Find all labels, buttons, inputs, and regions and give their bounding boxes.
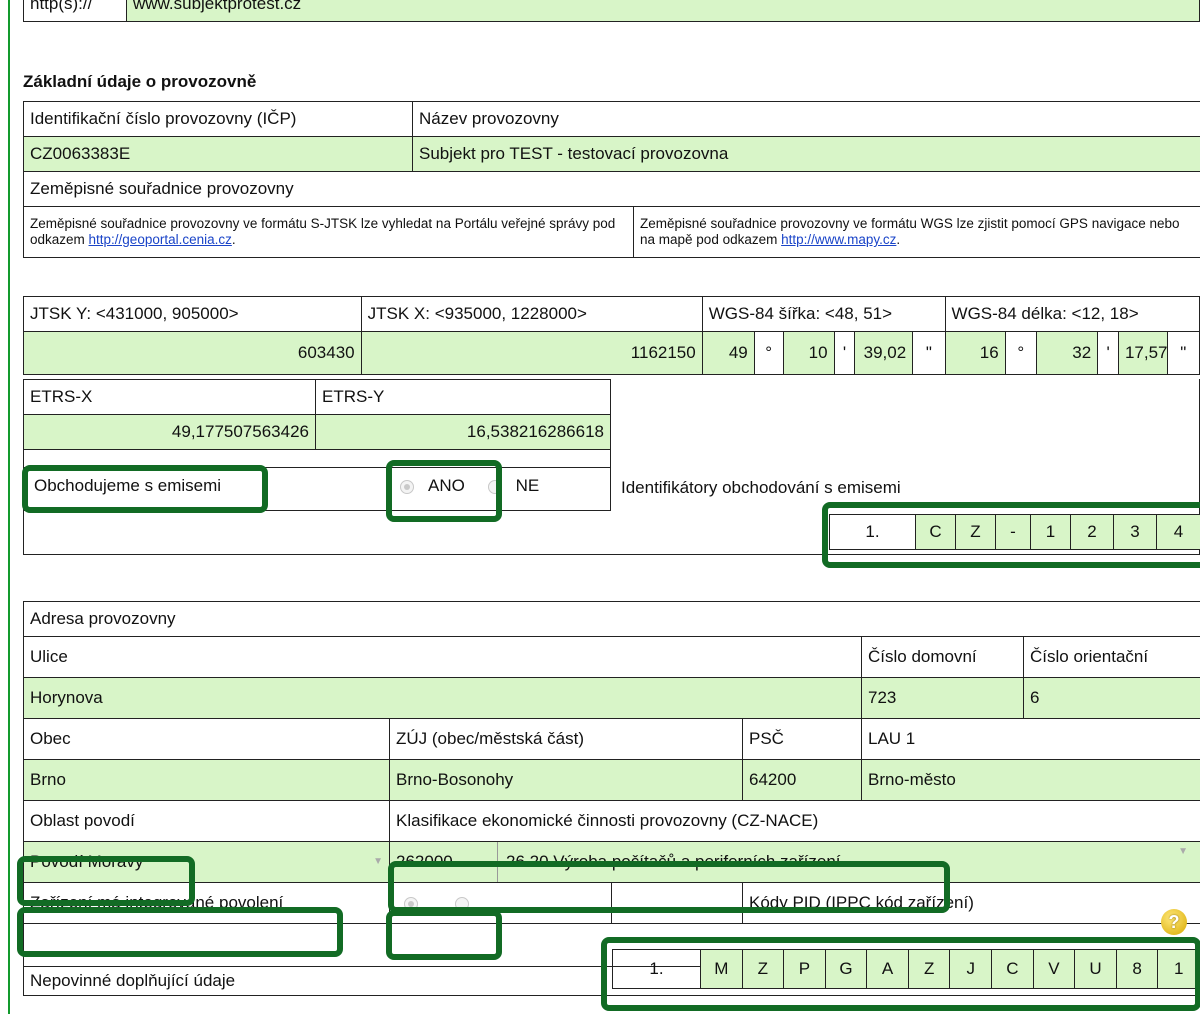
pid-char-input[interactable]: 8 xyxy=(1115,949,1159,989)
emissions-char-input[interactable]: 1 xyxy=(1030,514,1071,550)
lau-label: LAU 1 xyxy=(860,718,1200,760)
lat-min-input[interactable]: 10 xyxy=(782,331,835,375)
pid-row-number: 1. xyxy=(612,949,701,989)
pid-char-input[interactable]: A xyxy=(866,949,909,989)
emissions-radio-group: ANO NE xyxy=(389,467,611,511)
name-label: Název provozovny xyxy=(412,101,1200,137)
jtsk-x-label: JTSK X: <935000, 1228000> xyxy=(360,296,703,332)
basin-value: Povodí Moravy xyxy=(30,852,144,871)
street-label: Ulice xyxy=(23,636,862,678)
orient-no-label: Číslo orientační xyxy=(1022,636,1200,678)
icp-label: Identifikační číslo provozovny (IČP) xyxy=(22,101,414,137)
emissions-char-input[interactable]: 3 xyxy=(1113,514,1157,550)
section-title: Základní údaje o provozovně xyxy=(23,72,257,91)
emissions-yes-radio[interactable] xyxy=(400,479,414,494)
emissions-char-input[interactable]: Z xyxy=(955,514,996,550)
lat-deg-symbol: ° xyxy=(753,331,784,375)
lat-min-symbol: ' xyxy=(833,331,856,375)
pid-char-input[interactable]: Z xyxy=(907,949,951,989)
lat-deg-input[interactable]: 49 xyxy=(701,331,755,375)
protocol-label: http(s):// xyxy=(23,0,127,22)
house-no-label: Číslo domovní xyxy=(861,636,1024,678)
emissions-label: Obchodujeme s emisemi xyxy=(23,467,390,511)
emissions-ids-label: Identifikátory obchodování s emisemi xyxy=(621,478,901,497)
emissions-char-input[interactable]: - xyxy=(995,514,1031,550)
icp-input[interactable]: CZ0063383E xyxy=(22,136,414,172)
pid-codes-row: 1. M Z P G A Z J C V U 8 1 xyxy=(612,949,1200,989)
help-icon[interactable]: ? xyxy=(1161,909,1187,935)
note-wgs: Zeměpisné souřadnice provozovny ve formá… xyxy=(633,206,1200,258)
lon-min-input[interactable]: 32 xyxy=(1035,331,1099,375)
pid-char-input[interactable]: Z xyxy=(741,949,785,989)
wgs-lat-label: WGS-84 šířka: <48, 51> xyxy=(701,296,946,332)
jtsk-y-label: JTSK Y: <431000, 905000> xyxy=(23,296,362,332)
form-frame-line xyxy=(8,0,10,1014)
psc-input[interactable]: 64200 xyxy=(742,759,862,801)
pid-char-input[interactable]: M xyxy=(700,949,743,989)
emissions-char-input[interactable]: C xyxy=(915,514,956,550)
pid-char-input[interactable]: P xyxy=(783,949,826,989)
nace-select[interactable]: 262000 26.20 Výroba počítačů a periferníc… xyxy=(388,841,1200,883)
ippc-radio-group xyxy=(389,882,743,924)
address-table: Adresa provozovny Ulice Číslo domovní Čí… xyxy=(22,601,1200,996)
basin-label: Oblast povodí xyxy=(23,800,390,842)
ippc-label: Zařízení má integrované povolení xyxy=(23,882,390,924)
geoportal-link[interactable]: http://geoportal.cenia.cz xyxy=(89,232,232,247)
pid-label: Kódy PID (IPPC kód zařízení) xyxy=(741,882,1200,924)
emissions-char-input[interactable]: 4 xyxy=(1156,514,1200,550)
web-input[interactable]: www.subjektprotest.cz xyxy=(126,0,1200,22)
lon-min-symbol: ' xyxy=(1097,331,1119,375)
lat-sec-input[interactable]: 39,02 xyxy=(854,331,914,375)
lon-deg-symbol: ° xyxy=(1004,331,1037,375)
lon-sec-symbol: " xyxy=(1166,331,1200,375)
jtsk-y-input[interactable]: 603430 xyxy=(23,331,362,375)
note-wgs-text: Zeměpisné souřadnice provozovny ve formá… xyxy=(640,216,1180,247)
pid-char-input[interactable]: 1 xyxy=(1157,949,1200,989)
chevron-down-icon: ▼ xyxy=(373,856,383,867)
coords-header: Zeměpisné souřadnice provozovny xyxy=(22,171,1200,207)
pid-char-input[interactable]: U xyxy=(1074,949,1117,989)
pid-char-input[interactable]: G xyxy=(824,949,868,989)
psc-label: PSČ xyxy=(742,718,862,760)
pid-char-input[interactable]: V xyxy=(1032,949,1076,989)
ippc-no-radio[interactable] xyxy=(454,896,469,911)
house-no-input[interactable]: 723 xyxy=(861,677,1024,719)
lon-sec-input[interactable]: 17,57 xyxy=(1117,331,1168,375)
lon-deg-input[interactable]: 16 xyxy=(944,331,1006,375)
emissions-no-label[interactable]: NE xyxy=(516,476,540,495)
nace-value: 26.20 Výroba počítačů a periferních zaří… xyxy=(506,852,841,871)
lat-sec-symbol: " xyxy=(912,331,946,375)
emissions-yes-label[interactable]: ANO xyxy=(428,476,465,495)
wgs-lon-label: WGS-84 délka: <12, 18> xyxy=(944,296,1200,332)
nace-label: Klasifikace ekonomické činnosti provozov… xyxy=(388,800,1200,842)
coords-table: JTSK Y: <431000, 905000> JTSK X: <935000… xyxy=(23,296,1200,375)
emissions-ids-row: 1. C Z - 1 2 3 4 xyxy=(829,514,1200,550)
ippc-yes-radio[interactable] xyxy=(404,896,418,911)
street-input[interactable]: Horynova xyxy=(23,677,862,719)
emissions-char-input[interactable]: 2 xyxy=(1070,514,1114,550)
name-input[interactable]: Subjekt pro TEST - testovací provozovna xyxy=(412,136,1200,172)
basin-select[interactable]: Povodí Moravy ▼ xyxy=(23,841,390,883)
city-label: Obec xyxy=(23,718,390,760)
basic-info-table: Identifikační číslo provozovny (IČP) Náz… xyxy=(22,101,1200,258)
address-header: Adresa provozovny xyxy=(22,601,1200,637)
pid-char-input[interactable]: J xyxy=(949,949,993,989)
zuj-label: ZÚJ (obec/městská část) xyxy=(389,718,743,760)
jtsk-x-input[interactable]: 1162150 xyxy=(360,331,703,375)
mapy-link[interactable]: http://www.mapy.cz xyxy=(781,232,896,247)
pid-char-input[interactable]: C xyxy=(991,949,1034,989)
note-sjtsk: Zeměpisné souřadnice provozovny ve formá… xyxy=(22,206,635,258)
city-input[interactable]: Brno xyxy=(23,759,390,801)
emissions-no-radio[interactable] xyxy=(487,479,502,494)
chevron-down-icon: ▼ xyxy=(1178,846,1189,857)
emissions-row-number: 1. xyxy=(829,514,916,550)
zuj-input[interactable]: Brno-Bosonohy xyxy=(389,759,743,801)
lau-input[interactable]: Brno-město xyxy=(860,759,1200,801)
nace-code: 262000 xyxy=(391,842,498,882)
orient-no-input[interactable]: 6 xyxy=(1022,677,1200,719)
web-row-table: http(s):// www.subjektprotest.cz xyxy=(23,0,1200,22)
